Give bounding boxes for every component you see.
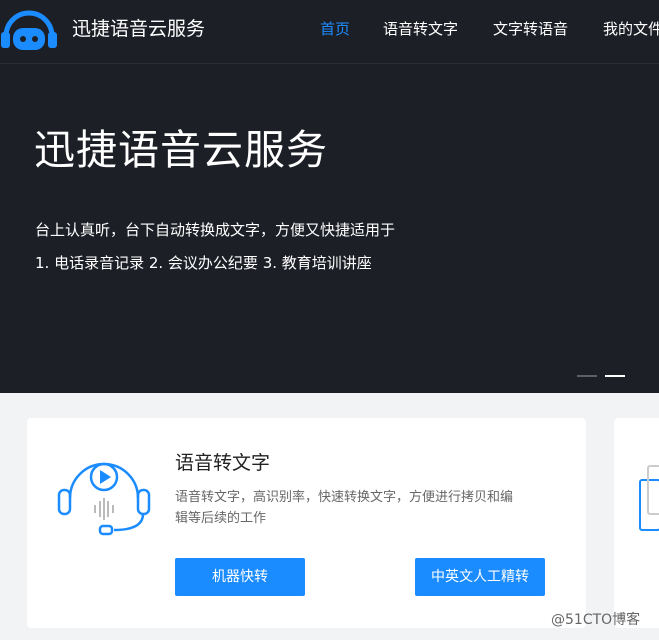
card-description: 语音转文字，高识别率，快速转换文字，方便进行拷贝和编辑等后续的工作 [175, 490, 514, 526]
brand-name[interactable]: 迅捷语音云服务 [72, 16, 205, 42]
headset-audio-icon [57, 462, 151, 536]
carousel-dot-1[interactable] [577, 375, 597, 377]
partial-card [614, 418, 659, 628]
nav-item-text-to-speech[interactable]: 文字转语音 [493, 18, 568, 40]
headset-robot-icon[interactable] [0, 6, 58, 50]
human-transcribe-button[interactable]: 中英文人工精转 [415, 558, 545, 596]
hero-use-cases: 1. 电话录音记录 2. 会议办公纪要 3. 教育培训讲座 [35, 254, 372, 272]
top-header: 迅捷语音云服务 首页 语音转文字 文字转语音 我的文件 [0, 0, 659, 64]
watermark: @51CTO博客 [551, 612, 641, 628]
machine-fast-transcribe-button[interactable]: 机器快转 [175, 558, 305, 596]
document-icon [639, 465, 659, 531]
nav-item-speech-to-text[interactable]: 语音转文字 [383, 18, 458, 40]
hero-description: 台上认真听，台下自动转换成文字，方便又快捷适用于 [35, 221, 396, 239]
carousel-dot-2[interactable] [605, 375, 625, 377]
nav-item-my-files[interactable]: 我的文件 [603, 18, 659, 40]
card-title: 语音转文字 [175, 452, 271, 474]
hero-banner: 迅捷语音云服务 台上认真听，台下自动转换成文字，方便又快捷适用于 1. 电话录音… [0, 64, 659, 393]
nav-item-home[interactable]: 首页 [320, 18, 350, 40]
speech-to-text-card: 语音转文字 语音转文字，高识别率，快速转换文字，方便进行拷贝和编辑等后续的工作 … [27, 418, 586, 628]
hero-title: 迅捷语音云服务 [34, 126, 328, 174]
